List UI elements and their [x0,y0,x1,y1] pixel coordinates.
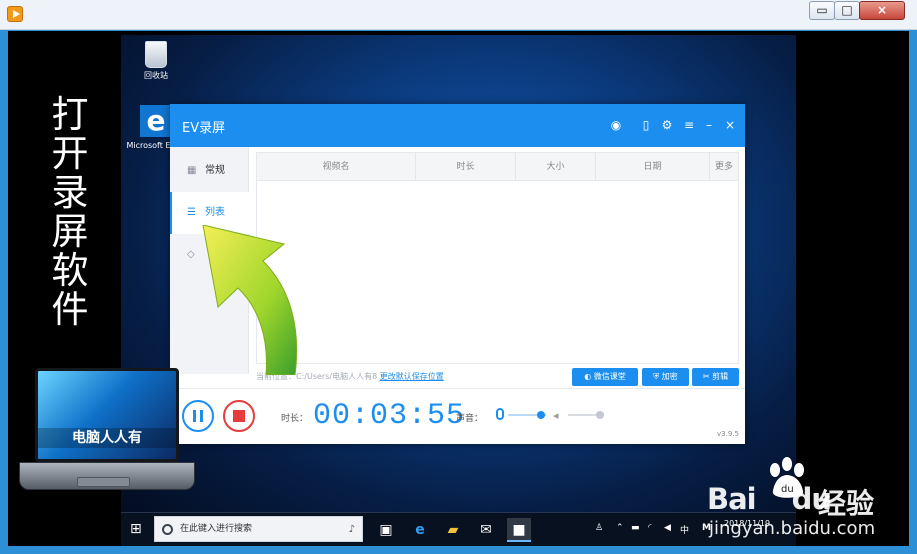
side-title: 打开录屏软件 [51,93,89,331]
recycle-bin-icon [145,41,167,68]
baidu-experience: 经验 [818,487,875,520]
ev-title: EV录屏 [182,121,226,136]
clip-label: 剪辑 [712,372,729,381]
save-location-value: C:/Users/电脑人人有8 [296,372,378,381]
maximize-icon: □ [841,3,853,17]
voice-search-icon[interactable]: ♪ [349,518,355,542]
mail-icon[interactable]: ✉ [474,518,498,542]
laptop-base [19,462,195,490]
baidu-url: jingyan.baidu.com [709,518,876,539]
clip-button[interactable]: ✂ 剪辑 [692,368,739,386]
minimize-icon: ▭ [816,3,828,17]
laptop-illustration: 电脑人人有 [17,368,197,503]
tray-arrow-icon[interactable]: ⌃ [616,523,624,533]
host-window: ▭ □ × 打开录屏软件 回收站 e Microsoft Edge EV录屏 ◉… [0,0,917,554]
cortana-icon [162,524,173,535]
sidebar-item-label: 常规 [205,165,225,176]
table-header: 视频名 时长 大小 日期 更多 [257,153,738,181]
duration-value: 00:03:55 [313,399,466,433]
laptop-label: 电脑人人有 [38,428,176,448]
host-titlebar: ▭ □ × [0,0,917,30]
phone-icon[interactable]: ▯ [639,118,653,132]
column-video-name: 视频名 [257,153,416,181]
svg-text:du: du [781,484,794,495]
recording-controls: 时长： 00:03:55 声音： ◂ v3.9.5 [170,388,745,444]
search-placeholder: 在此键入进行搜索 [180,524,253,534]
microphone-volume-slider[interactable] [508,411,546,419]
column-duration: 时长 [416,153,516,181]
column-date: 日期 [596,153,710,181]
menu-icon[interactable]: ≡ [682,118,696,132]
column-more: 更多 [714,162,733,172]
baidu-brand-first: Bai [707,482,757,516]
laptop-screen: 电脑人人有 [35,368,179,462]
microphone-icon[interactable] [496,408,504,420]
version-label: v3.9.5 [717,430,739,438]
taskbar-edge-icon[interactable]: e [408,518,432,542]
sidebar-item-general[interactable]: ▦ 常规 [170,150,249,192]
grid-icon: ▦ [187,165,197,176]
close-button[interactable]: × [859,1,905,20]
slider-knob[interactable] [596,411,604,419]
battery-icon[interactable]: ▬ [631,523,640,533]
video-frame: 打开录屏软件 回收站 e Microsoft Edge EV录屏 ◉ ▯ ⚙ ≡… [8,31,909,546]
ev-minimize-icon[interactable]: – [702,118,716,132]
speaker-icon[interactable]: ◂ [553,409,559,422]
recycle-bin-label: 回收站 [144,71,168,80]
slider-knob[interactable] [537,411,545,419]
ev-header: EV录屏 ◉ ▯ ⚙ ≡ – × [170,104,745,147]
recycle-bin[interactable]: 回收站 [126,41,186,81]
stop-button[interactable] [223,400,255,432]
task-view-icon[interactable]: ▣ [374,518,398,542]
volume-icon[interactable]: ◀ [664,523,671,533]
taskbar: ⊞ 在此键入进行搜索 ♪ ▣ e ▰ ✉ ■ ♙ ⌃ ▬ ◜ ◀ 中 M 201… [121,512,796,546]
baidu-watermark: Bai du du 经验 jingyan.baidu.com [707,457,902,546]
duration-label: 时长： [281,414,309,424]
column-size: 大小 [516,153,596,181]
video-player-icon [7,6,23,22]
sound-label: 声音： [456,414,484,424]
wifi-icon[interactable]: ◜ [648,523,652,533]
maximize-button[interactable]: □ [834,1,860,20]
windows-start-icon[interactable]: ⊞ [130,522,145,537]
people-icon[interactable]: ♙ [595,523,603,533]
close-icon: × [876,3,888,17]
wechat-course-button[interactable]: ◐ 微信课堂 [572,368,638,386]
baidu-paw-icon: du [770,457,804,498]
file-explorer-icon[interactable]: ▰ [441,518,465,542]
encrypt-button[interactable]: ⛨ 加密 [642,368,689,386]
user-icon[interactable]: ◉ [609,118,623,132]
wechat-course-label: 微信课堂 [593,372,626,381]
ev-close-icon[interactable]: × [723,118,737,132]
video-list-table: 视频名 时长 大小 日期 更多 [256,152,739,364]
minimize-button[interactable]: ▭ [809,1,835,20]
input-method[interactable]: 中 [680,523,689,536]
edge-icon: e [140,105,172,137]
encrypt-label: 加密 [661,372,678,381]
arrow-icon [202,225,298,375]
system-volume-slider[interactable] [568,411,604,419]
taskbar-search[interactable]: 在此键入进行搜索 ♪ [154,516,363,542]
ev-taskbar-icon[interactable]: ■ [507,518,531,542]
change-save-location-link[interactable]: 更改默认保存位置 [380,372,444,381]
settings-icon[interactable]: ⚙ [660,118,674,132]
